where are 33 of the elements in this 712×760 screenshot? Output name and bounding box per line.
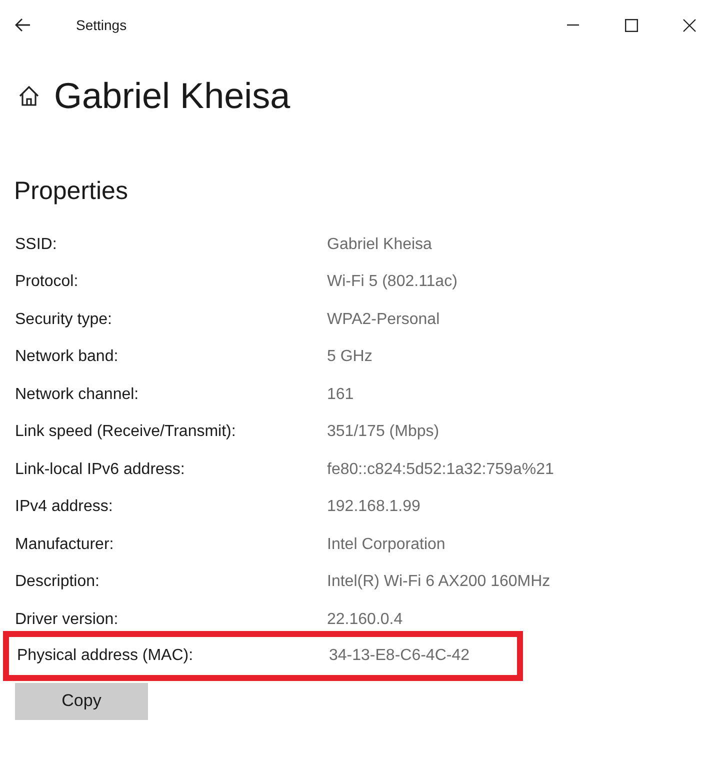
property-label: Link speed (Receive/Transmit):: [15, 422, 237, 442]
property-label: Security type:: [15, 310, 113, 330]
property-label: Network band:: [15, 347, 120, 368]
property-value: Gabriel Kheisa: [327, 234, 432, 255]
property-value: 161: [327, 384, 354, 405]
home-icon: [18, 85, 40, 107]
property-value: Intel(R) Wi-Fi 6 AX200 160MHz: [327, 572, 550, 592]
property-label: IPv4 address:: [15, 497, 114, 518]
minimize-icon: [567, 24, 579, 26]
property-value: 351/175 (Mbps): [327, 422, 440, 442]
property-value: 5 GHz: [327, 347, 372, 368]
property-value: Intel Corporation: [327, 534, 446, 555]
property-label: Manufacturer:: [15, 534, 115, 555]
copy-button[interactable]: Copy: [15, 682, 148, 720]
maximize-icon: [624, 18, 638, 32]
page-title: Gabriel Kheisa: [54, 78, 290, 114]
property-label: Network channel:: [15, 384, 140, 405]
close-icon: [682, 18, 696, 32]
property-value: 192.168.1.99: [327, 497, 420, 518]
section-title: Properties: [14, 179, 129, 204]
property-label: Physical address (MAC):: [17, 646, 194, 666]
property-label: Link-local IPv6 address:: [15, 460, 186, 480]
property-value: 22.160.0.4: [327, 610, 403, 630]
window-title: Settings: [76, 16, 127, 35]
property-value: WPA2-Personal: [327, 310, 440, 330]
property-label: Driver version:: [15, 610, 120, 630]
property-value: fe80::c824:5d52:1a32:759a%21: [327, 460, 554, 480]
property-label: SSID:: [15, 234, 58, 255]
property-value: 34-13-E8-C6-4C-42: [329, 646, 470, 666]
back-arrow-icon: [15, 18, 31, 32]
property-value: Wi-Fi 5 (802.11ac): [327, 272, 458, 292]
property-label: Protocol:: [15, 272, 80, 292]
property-label: Description:: [15, 572, 100, 592]
